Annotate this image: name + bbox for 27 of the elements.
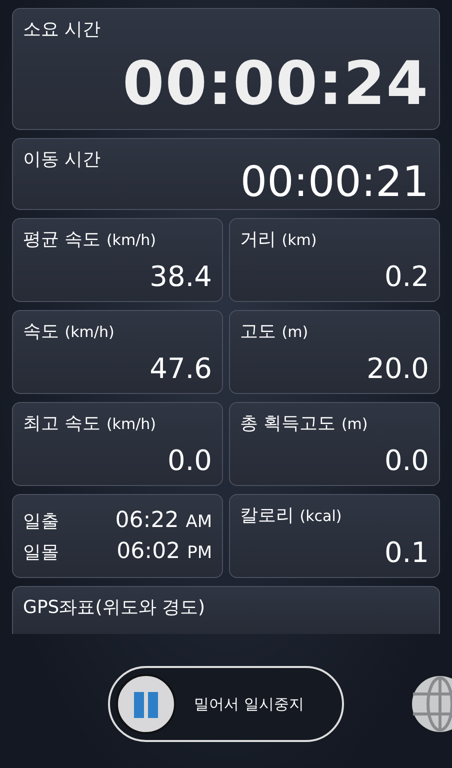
gps-label: GPS좌표(위도와 경도)	[23, 596, 206, 619]
stat-value: 0.1	[384, 536, 429, 569]
stat-value: 0.0	[384, 444, 429, 477]
sun-time-value: 06:22 AM	[115, 508, 212, 533]
elapsed-time-label: 소요 시간	[23, 18, 102, 41]
pause-slider-label: 밀어서 일시중지	[194, 694, 304, 714]
moving-time-value: 00:00:21	[240, 157, 429, 206]
pause-icon[interactable]	[116, 674, 176, 734]
stat-label: 거리 (km)	[240, 228, 318, 251]
sun-time-value: 06:02 PM	[116, 539, 212, 564]
stat-label: 총 획득고도 (m)	[240, 412, 369, 435]
stat-label: 고도 (m)	[240, 320, 310, 343]
stat-label: 속도 (km/h)	[23, 320, 116, 343]
stat-label: 평균 속도 (km/h)	[23, 228, 158, 251]
stat-label: 최고 속도 (km/h)	[23, 412, 158, 435]
stat-value: 20.0	[366, 352, 429, 385]
elapsed-time-value: 00:00:24	[122, 49, 429, 119]
sun-time-label: 일출	[23, 510, 59, 533]
stat-value: 38.4	[150, 260, 212, 293]
stat-value: 0.2	[384, 260, 429, 293]
stat-label: 칼로리 (kcal)	[240, 504, 343, 527]
pause-slider[interactable]: 밀어서 일시중지	[108, 666, 344, 742]
stat-value: 0.0	[167, 444, 212, 477]
moving-time-label: 이동 시간	[23, 148, 102, 171]
globe-icon[interactable]	[410, 676, 452, 732]
sun-time-label: 일몰	[23, 541, 59, 564]
stat-value: 47.6	[150, 352, 212, 385]
